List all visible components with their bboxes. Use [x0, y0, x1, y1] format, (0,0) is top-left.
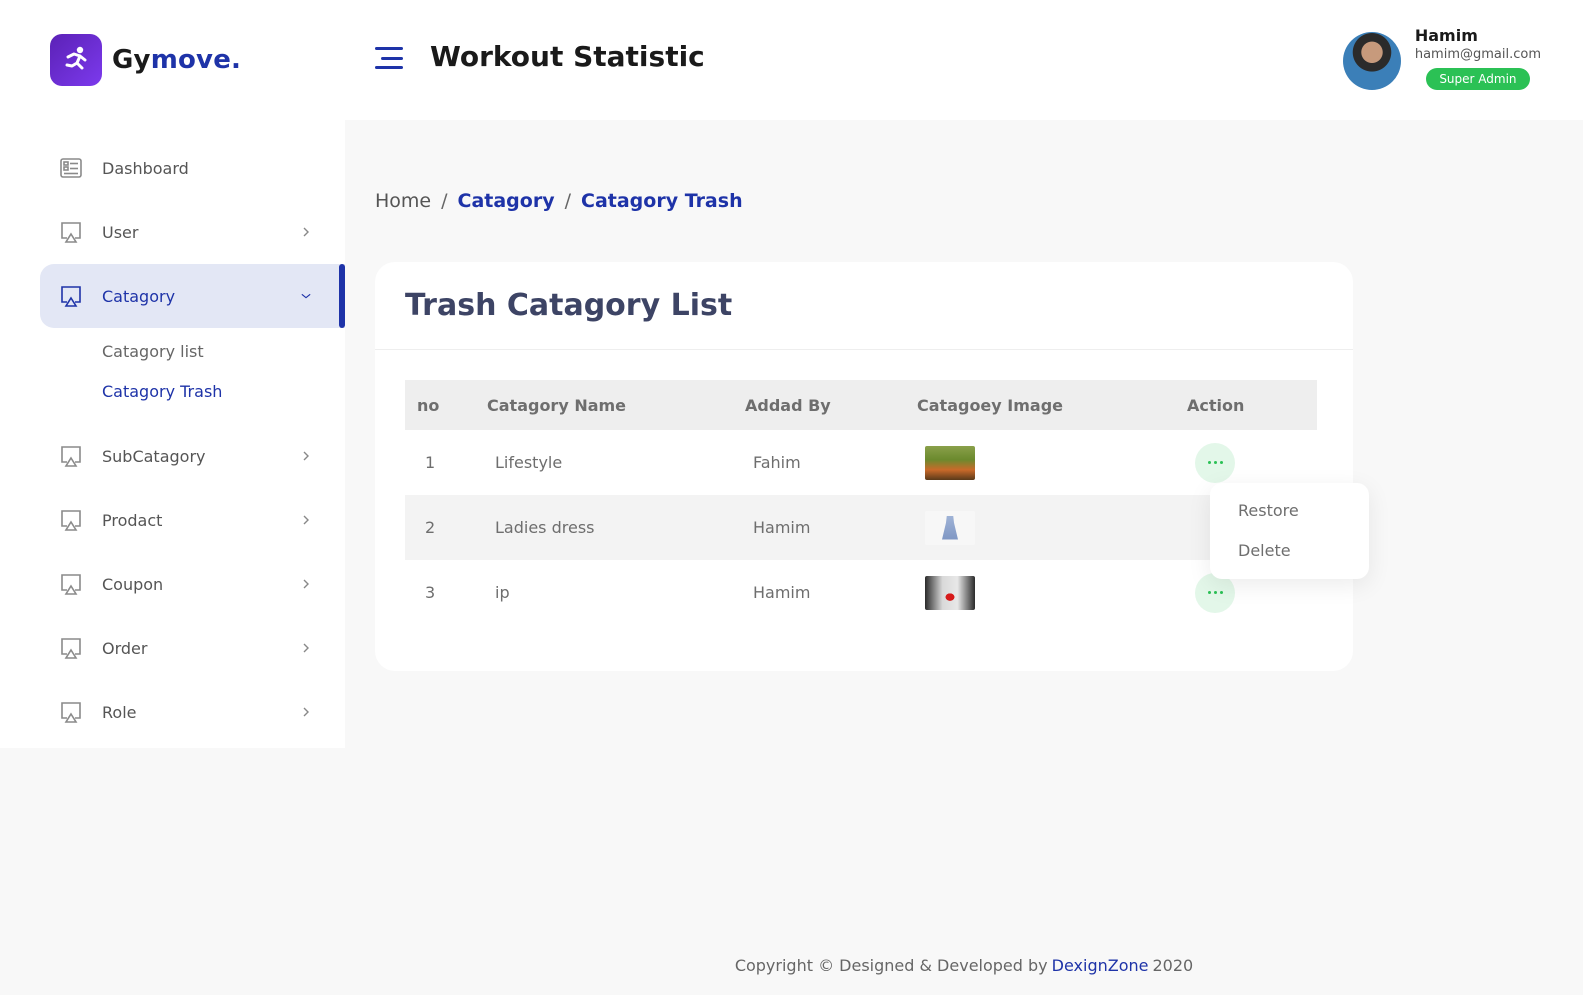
top-header: Workout Statistic Hamim hamim@gmail.com …	[345, 0, 1583, 120]
monitor-icon	[60, 221, 82, 243]
column-header-no[interactable]: no	[405, 396, 487, 415]
footer-year: 2020	[1152, 956, 1194, 975]
monitor-icon	[60, 573, 82, 595]
dashboard-icon	[60, 157, 82, 179]
user-email: hamim@gmail.com	[1414, 47, 1541, 62]
breadcrumb-separator: /	[441, 190, 448, 212]
user-profile[interactable]: Hamim hamim@gmail.com Super Admin	[1342, 26, 1541, 90]
chevron-down-icon	[301, 291, 311, 301]
category-thumbnail	[925, 445, 975, 480]
sidebar-item-catagory[interactable]: Catagory	[40, 264, 345, 328]
footer: Copyright © Designed & Developed by Dexi…	[0, 956, 1583, 975]
sidebar-item-coupon[interactable]: Coupon	[40, 552, 345, 616]
sidebar-item-order[interactable]: Order	[40, 616, 345, 680]
more-actions-button[interactable]	[1195, 442, 1235, 483]
column-header-added-by[interactable]: Addad By	[745, 396, 917, 415]
restore-menu-item[interactable]: Restore	[1210, 491, 1369, 531]
table-row: 1 Lifestyle Fahim	[405, 430, 1317, 495]
sidebar-item-prodact[interactable]: Prodact	[40, 488, 345, 552]
monitor-icon	[60, 445, 82, 467]
submenu-item-catagory-trash[interactable]: Catagory Trash	[102, 372, 345, 412]
row-actions-dropdown: Restore Delete	[1210, 483, 1369, 579]
breadcrumb-catagory[interactable]: Catagory	[458, 190, 555, 212]
sidebar-item-label: SubCatagory	[102, 446, 206, 466]
hamburger-menu-icon[interactable]	[375, 47, 403, 69]
category-thumbnail	[925, 510, 975, 545]
column-header-image[interactable]: Catagoey Image	[917, 396, 1187, 415]
brand-name: Gymove.	[112, 45, 242, 75]
cell-no: 2	[425, 518, 436, 537]
sidebar-item-label: Order	[102, 638, 148, 658]
column-header-action: Action	[1187, 395, 1245, 415]
sidebar: Gymove. Dashboard User Catagory Catagory…	[0, 0, 345, 748]
page-title: Workout Statistic	[430, 40, 705, 73]
trash-list-card: Trash Catagory List no Catagory Name Add…	[375, 262, 1353, 671]
monitor-icon	[60, 509, 82, 531]
cell-name: ip	[495, 583, 510, 602]
breadcrumb-catagory-trash[interactable]: Catagory Trash	[581, 190, 743, 212]
footer-copyright: Copyright © Designed & Developed by	[734, 956, 1048, 975]
cell-image	[917, 510, 1187, 545]
cell-added-by: Hamim	[753, 583, 811, 602]
cell-action	[1187, 442, 1317, 483]
sidebar-item-label: Prodact	[102, 510, 163, 530]
card-title: Trash Catagory List	[405, 288, 733, 323]
sidebar-item-subcatagory[interactable]: SubCatagory	[40, 424, 345, 488]
sidebar-item-label: Catagory	[102, 286, 176, 306]
chevron-right-icon	[301, 227, 311, 237]
user-name: Hamim	[1414, 26, 1478, 45]
cell-no: 3	[425, 583, 436, 602]
monitor-icon	[60, 637, 82, 659]
breadcrumb-separator: /	[564, 190, 571, 212]
category-thumbnail	[925, 575, 975, 610]
brand-logo[interactable]: Gymove.	[50, 34, 241, 86]
column-header-name[interactable]: Catagory Name	[487, 396, 745, 415]
monitor-icon	[60, 285, 82, 307]
cell-image	[917, 575, 1187, 610]
user-info: Hamim hamim@gmail.com Super Admin	[1415, 26, 1541, 90]
chevron-right-icon	[301, 451, 311, 461]
sidebar-item-role[interactable]: Role	[40, 680, 345, 744]
cell-added-by: Fahim	[753, 453, 801, 472]
submenu-item-catagory-list[interactable]: Catagory list	[102, 332, 345, 372]
sidebar-item-dashboard[interactable]: Dashboard	[40, 136, 345, 200]
chevron-right-icon	[301, 707, 311, 717]
chevron-right-icon	[301, 643, 311, 653]
catagory-submenu: Catagory list Catagory Trash	[40, 328, 345, 424]
chevron-right-icon	[301, 515, 311, 525]
breadcrumb-home[interactable]: Home	[375, 190, 431, 212]
cell-name: Lifestyle	[495, 453, 563, 472]
sidebar-item-label: Role	[102, 702, 137, 722]
chevron-right-icon	[301, 579, 311, 589]
table-header: no Catagory Name Addad By Catagoey Image…	[405, 380, 1317, 430]
sidebar-nav: Dashboard User Catagory Catagory list Ca…	[40, 136, 345, 744]
table-row: 3 ip Hamim	[405, 560, 1317, 625]
sidebar-item-label: Dashboard	[102, 158, 189, 178]
cell-no: 1	[425, 453, 436, 472]
footer-brand-link[interactable]: DexignZone	[1052, 956, 1149, 975]
cell-image	[917, 445, 1187, 480]
cell-name: Ladies dress	[495, 518, 595, 537]
cell-added-by: Hamim	[753, 518, 811, 537]
trash-table: no Catagory Name Addad By Catagoey Image…	[405, 380, 1317, 625]
sidebar-item-label: Coupon	[102, 574, 164, 594]
delete-menu-item[interactable]: Delete	[1210, 531, 1369, 571]
avatar[interactable]	[1342, 32, 1401, 90]
role-badge: Super Admin	[1426, 68, 1530, 90]
sidebar-item-user[interactable]: User	[40, 200, 345, 264]
table-row: 2 Ladies dress Hamim	[405, 495, 1317, 560]
monitor-icon	[60, 701, 82, 723]
sidebar-item-label: User	[102, 222, 139, 242]
runner-icon	[50, 34, 102, 86]
card-header: Trash Catagory List	[375, 262, 1353, 350]
breadcrumb: Home / Catagory / Catagory Trash	[375, 190, 743, 212]
